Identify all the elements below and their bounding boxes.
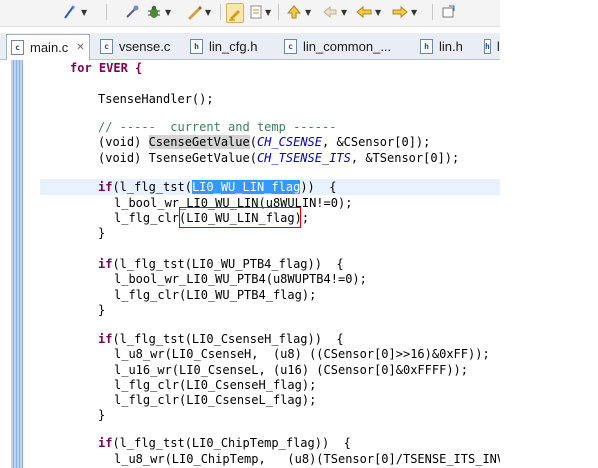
debug-icon [126,5,139,18]
toolbar-separator [278,4,279,20]
code-line: if(l_flg_tst(LI0_ChipTemp_flag)) { [98,435,351,451]
c-file-icon: c [11,40,24,55]
editor-tab-bar: c main.c ✕ c vsense.c h lin_cfg.h c lin_… [0,33,500,60]
code-text: , &CSensor[0]); [322,135,431,149]
c-file-icon: c [100,38,113,54]
code-keyword: if [98,436,113,450]
code-text: l_flg_clr [114,211,180,225]
maximize-icon [442,5,455,18]
code-editor[interactable]: for EVER { TsenseHandler(); // ----- cur… [0,60,500,468]
back-button[interactable]: ▼ [356,3,381,21]
tab-label: lin_common_... [303,38,392,54]
code-selection: LI0_WU_LIN_flag [191,180,301,194]
tab-vsense-c[interactable]: c vsense.c [100,35,170,57]
code-line: } [98,303,106,317]
prev-annotation-icon [323,5,337,19]
code-text: , &TSensor[0]); [350,151,460,165]
code-constant: CH_CSENSE [256,135,322,149]
tab-label: main.c [30,40,69,55]
toolbar-separator [432,4,433,20]
chevron-down-icon[interactable]: ▼ [205,8,211,17]
code-line: (void) CsenseGetValue(CH_CSENSE, &CSenso… [98,134,430,150]
bug-button[interactable]: ▼ [146,3,171,21]
code-keyword: if [98,180,113,194]
code-line: if(l_flg_tst(LI0_WU_LIN_flag)) { [98,179,336,195]
pen-icon [188,6,202,20]
forward-icon [392,5,408,19]
code-line: if(l_flg_tst(LI0_WU_PTB4_flag)) { [98,256,344,272]
tab-label: lin.h [439,38,463,54]
tab-lin-common[interactable]: c lin_common_... [284,35,391,57]
quick-diff-ruler [11,60,23,468]
code-line: l_flg_clr(LI0_WU_PTB4_flag); [114,288,317,302]
h-file-icon: h [190,38,203,54]
tab-lin-h[interactable]: h lin.h [420,35,463,57]
left-margin [0,60,6,468]
tab-lin-cfg-h[interactable]: h lin_cfg.h [190,35,257,57]
code-line: l_u8_wr(LI0_CsenseH, (u8) ((CSensor[0]>>… [114,347,490,361]
wand-icon [64,5,76,19]
code-text: (l_flg_tst(LI0_WU_PTB4_flag)) { [112,257,344,271]
prev-annotation-button[interactable]: ▼ [322,3,347,21]
code-constant: CH_TSENSE_ITS [256,151,351,165]
code-text: for EVER { [70,61,143,75]
bug-icon [148,5,160,18]
code-text: )) { [300,180,337,194]
toolbar-separator [220,4,221,20]
code-keyword: if [98,332,113,346]
highlight-button[interactable] [226,3,244,23]
code-line: for EVER { [70,60,142,76]
c-file-icon: c [284,38,297,54]
wand-button[interactable]: ▼ [62,3,87,21]
maximize-button[interactable] [440,3,456,21]
code-line: if(l_flg_tst(LI0_CsenseH_flag)) { [98,331,344,347]
chevron-down-icon[interactable]: ▼ [165,8,171,17]
close-icon[interactable]: ✕ [76,42,84,53]
tab-lin-overflow[interactable]: h lin [484,35,500,57]
main-toolbar: ▼ ▼ ▼ ▼ ▼ ▼ ▼ ▼ [0,0,598,32]
tab-label: lin_cfg.h [209,38,258,54]
code-text: (l_flg_tst(LI0_CsenseH_flag)) { [112,332,344,346]
code-text: (void) TsenseGetValue( [98,151,257,165]
back-icon [356,5,372,19]
code-text: (void) [98,135,149,149]
code-line: } [98,226,106,240]
forward-button[interactable]: ▼ [392,3,417,21]
code-text: ( [249,135,257,149]
code-line: l_flg_clr(LI0_CsenseL_flag); [114,393,317,407]
tab-label: vsense.c [119,38,171,54]
code-line: l_bool_wr_LI0_WU_PTB4(u8WUPTB4!=0); [114,272,367,286]
code-line: l_u16_wr(LI0_CsenseL, (u16) (CSensor[0]&… [114,363,469,377]
code-line: l_u8_wr(LI0_ChipTemp, (u8)(TSensor[0]/TS… [114,452,500,466]
next-annotation-button[interactable]: ▼ [286,3,311,21]
next-annotation-icon [286,5,302,19]
annotation-box [179,207,301,228]
code-comment: // ----- current and temp ------ [98,120,337,134]
code-line: (void) TsenseGetValue(CH_TSENSE_ITS, &TS… [98,150,459,166]
code-text: (l_flg_tst(LI0_ChipTemp_flag)) { [112,436,351,450]
tab-main-c[interactable]: c main.c ✕ [6,34,90,60]
chevron-down-icon[interactable]: ▼ [341,8,347,17]
blank-area [500,33,598,468]
code-line: l_flg_clr(LI0_CsenseH_flag); [114,378,317,392]
chevron-down-icon[interactable]: ▼ [305,8,311,17]
h-file-icon: h [420,38,433,54]
debug-button[interactable] [124,3,140,21]
code-line: TsenseHandler(); [98,92,214,106]
highlight-icon [229,10,240,21]
toolbar-separator [106,4,107,20]
code-occurrence: CsenseGetValue [148,135,250,149]
chevron-down-icon[interactable]: ▼ [265,8,271,17]
chevron-down-icon[interactable]: ▼ [375,8,381,17]
code-line: } [98,408,106,422]
code-text: (l_flg_tst( [112,180,192,194]
pen-button[interactable]: ▼ [186,3,211,21]
chevron-down-icon[interactable]: ▼ [411,8,417,17]
code-keyword: if [98,257,113,271]
annotation-dropdown[interactable]: ▼ [262,3,271,21]
h-file-icon: h [484,38,491,54]
chevron-down-icon[interactable]: ▼ [81,8,87,17]
